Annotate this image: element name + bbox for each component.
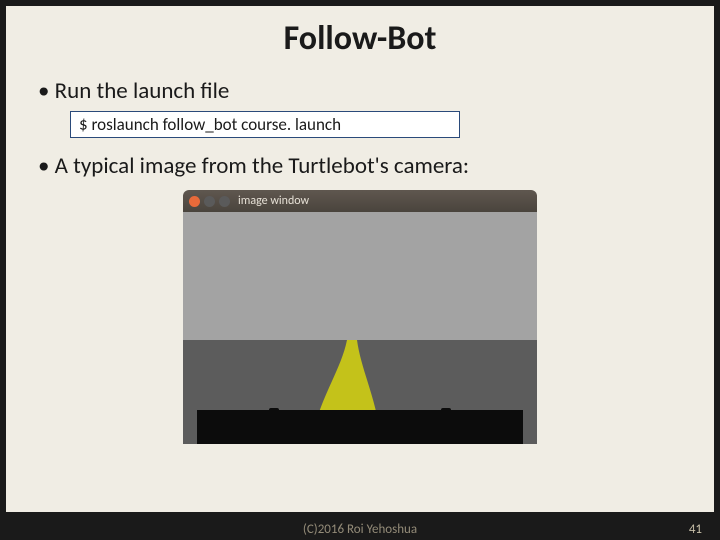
maximize-icon: [219, 196, 230, 207]
bullet-camera-image: A typical image from the Turtlebot's cam…: [36, 152, 684, 180]
camera-image: [183, 212, 537, 444]
window-titlebar: image window: [183, 190, 537, 212]
code-command: $ roslaunch follow_bot course. launch: [70, 111, 460, 138]
camera-window: image window: [183, 190, 537, 444]
bullet-run-launch: Run the launch file: [36, 77, 684, 105]
copyright-text: (C)2016 Roi Yehoshua: [303, 522, 417, 537]
minimize-icon: [204, 196, 215, 207]
slide-body: Follow-Bot Run the launch file $ roslaun…: [6, 6, 714, 512]
page-number: 41: [689, 522, 702, 537]
slide-footer: (C)2016 Roi Yehoshua: [6, 518, 714, 540]
close-icon: [189, 196, 200, 207]
window-title: image window: [238, 194, 309, 208]
slide-title: Follow-Bot: [36, 18, 684, 59]
robot-body: [197, 410, 523, 444]
